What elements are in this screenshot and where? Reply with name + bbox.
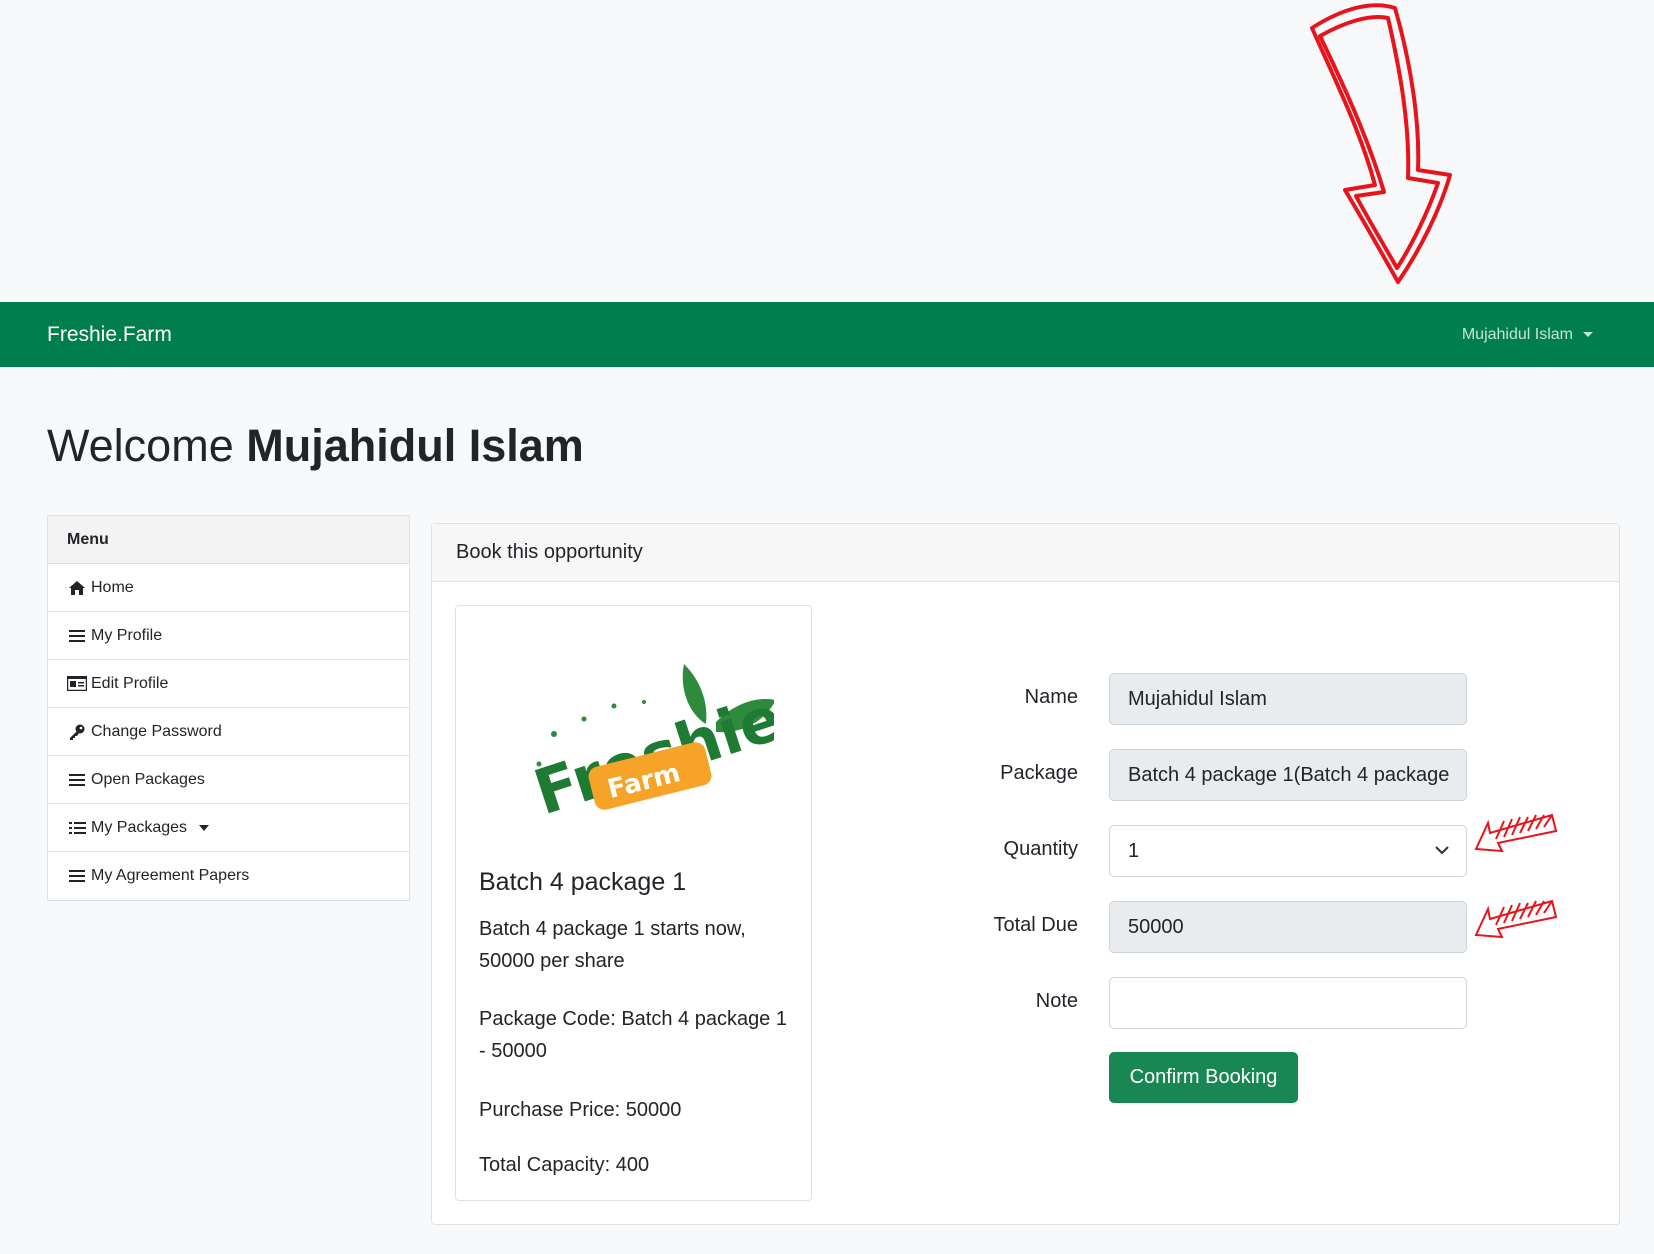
list-icon: [67, 867, 87, 885]
package-label: Package: [1000, 762, 1078, 784]
note-field[interactable]: [1109, 977, 1467, 1029]
confirm-booking-button[interactable]: Confirm Booking: [1109, 1052, 1298, 1103]
sidebar-item-label: My Profile: [91, 626, 163, 644]
sidebar-item-my-agreement-papers[interactable]: My Agreement Papers: [48, 852, 409, 900]
total-due-field[interactable]: 50000: [1109, 901, 1467, 953]
package-total-capacity: Total Capacity: 400: [479, 1154, 650, 1176]
quantity-row: Quantity 1: [432, 813, 1621, 877]
sidebar-item-open-packages[interactable]: Open Packages: [48, 756, 409, 804]
home-icon: [67, 579, 87, 597]
sidebar-item-label: Home: [91, 578, 134, 596]
list-icon: [67, 771, 87, 789]
total-due-row: Total Due 50000: [432, 899, 1621, 953]
note-row: Note: [432, 977, 1621, 1029]
package-field[interactable]: Batch 4 package 1(Batch 4 package: [1109, 749, 1467, 801]
sidebar-item-label: My Agreement Papers: [91, 867, 250, 884]
sidebar-item-change-password[interactable]: Change Password: [48, 708, 409, 756]
top-navbar: Freshie.Farm Mujahidul Islam: [0, 302, 1654, 367]
sidebar-item-label: Open Packages: [91, 770, 205, 788]
user-name: Mujahidul Islam: [1461, 325, 1573, 343]
sidebar-item-label: Edit Profile: [91, 674, 169, 692]
name-row: Name Mujahidul Islam: [432, 673, 1621, 725]
package-purchase-price: Purchase Price: 50000: [479, 1099, 682, 1121]
list-icon: [67, 627, 87, 645]
menu-header: Menu: [48, 516, 409, 564]
booking-card: Book this opportunity Freshie Farm Batch…: [431, 523, 1620, 1225]
total-due-label: Total Due: [993, 914, 1079, 936]
quantity-label: Quantity: [1003, 838, 1078, 860]
welcome-name: Mujahidul Islam: [246, 420, 584, 471]
package-row: Package Batch 4 package 1(Batch 4 packag…: [432, 749, 1621, 801]
booking-card-header: Book this opportunity: [432, 524, 1619, 582]
list-check-icon: [67, 819, 87, 837]
quantity-select[interactable]: 1: [1109, 825, 1467, 877]
caret-down-icon: [199, 824, 210, 831]
red-pointer-annotation-icon: [1474, 899, 1557, 939]
page-title: Welcome Mujahidul Islam: [47, 420, 584, 472]
user-dropdown[interactable]: Mujahidul Islam: [1462, 326, 1593, 344]
name-label: Name: [1024, 686, 1078, 708]
red-pointer-annotation-icon: [1474, 813, 1557, 853]
brand-link[interactable]: Freshie.Farm: [47, 323, 172, 347]
id-card-icon: [67, 675, 87, 693]
sidebar-item-edit-profile[interactable]: Edit Profile: [48, 660, 409, 708]
sidebar-item-label: Change Password: [91, 722, 222, 740]
sidebar-item-my-packages[interactable]: My Packages: [48, 804, 409, 852]
sidebar-item-home[interactable]: Home: [48, 564, 409, 612]
quantity-selected-value: 1: [1128, 839, 1140, 862]
welcome-prefix: Welcome: [47, 420, 234, 471]
red-arrow-annotation-icon: [1310, 3, 1452, 284]
sidebar-item-my-profile[interactable]: My Profile: [48, 612, 409, 660]
name-field[interactable]: Mujahidul Islam: [1109, 673, 1467, 725]
sidebar-item-label: My Packages: [91, 818, 188, 836]
chevron-down-icon: [1435, 846, 1449, 855]
sidebar-menu: Menu Home My Profile Edit Profile Change…: [47, 515, 410, 901]
key-icon: [67, 723, 87, 741]
note-label: Note: [1035, 990, 1078, 1012]
top-blank-area: [0, 0, 1654, 302]
caret-down-icon: [1583, 332, 1593, 337]
